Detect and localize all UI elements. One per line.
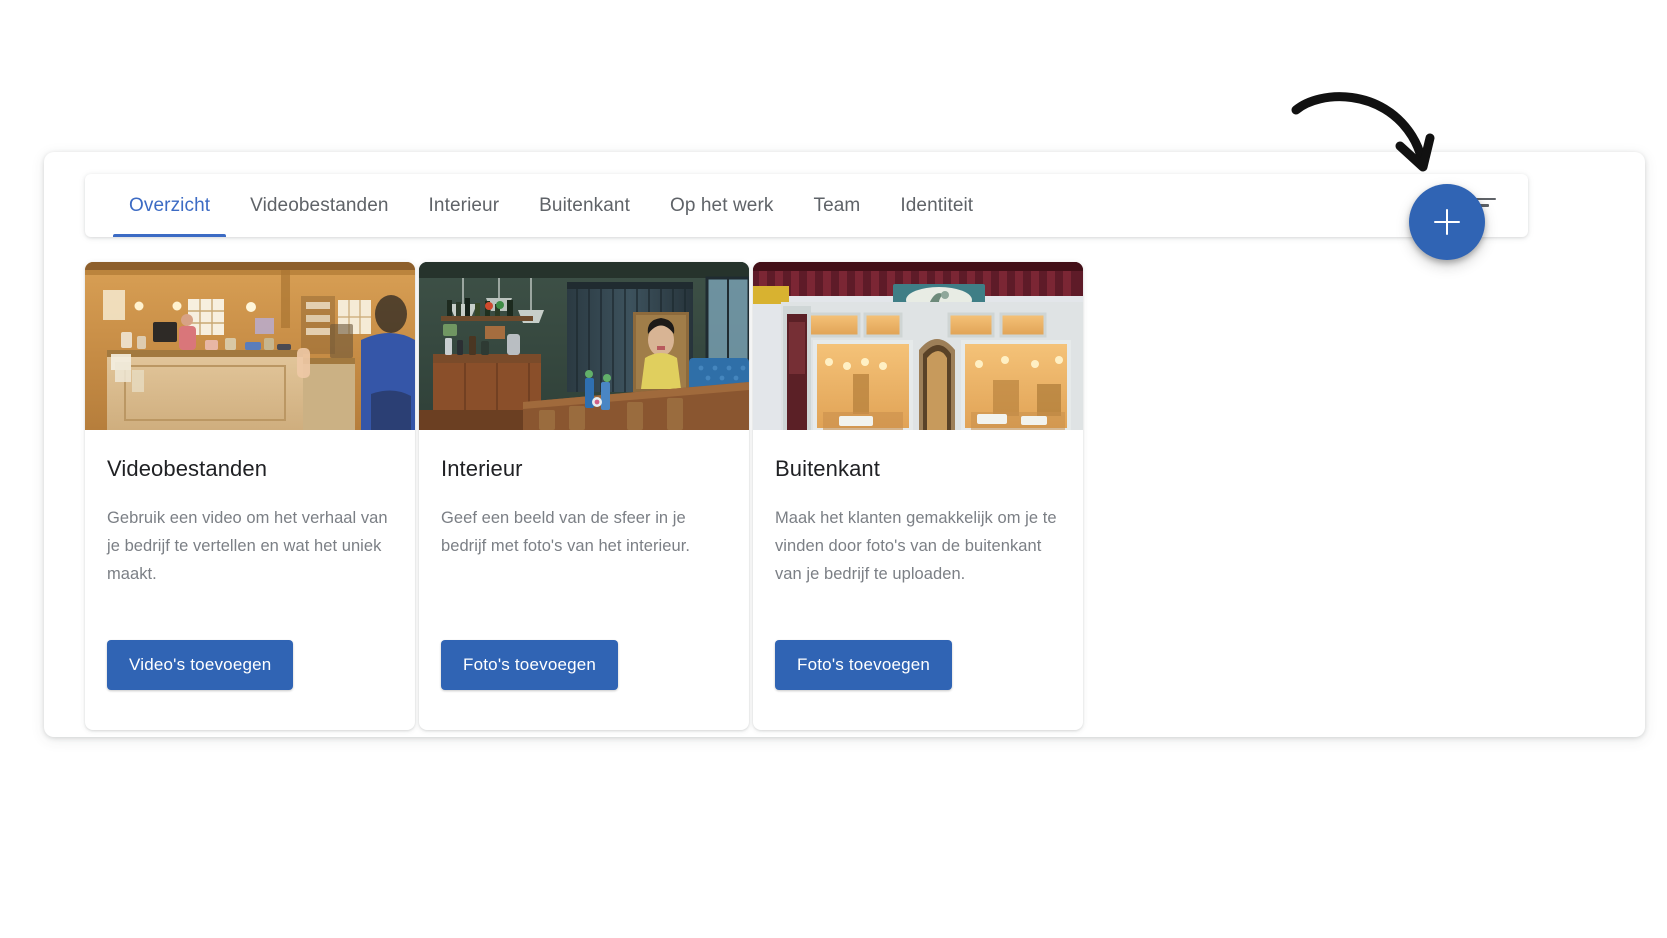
add-videos-button[interactable]: Video's toevoegen <box>107 640 294 690</box>
tab-label: Buitenkant <box>539 194 630 216</box>
card-description: Gebruik een video om het verhaal van je … <box>107 509 388 583</box>
tab-team[interactable]: Team <box>793 174 880 237</box>
tab-identiteit[interactable]: Identiteit <box>880 174 993 237</box>
tab-videobestanden[interactable]: Videobestanden <box>230 174 408 237</box>
card-title: Interieur <box>441 456 523 481</box>
card-description: Geef een beeld van de sfeer in je bedrij… <box>441 509 690 555</box>
card-buitenkant[interactable]: Buitenkant Maak het klanten gemakkelijk … <box>753 262 1083 730</box>
storefront-exterior-photo <box>753 262 1083 430</box>
tab-label: Videobestanden <box>250 194 389 216</box>
card-body: Buitenkant Maak het klanten gemakkelijk … <box>753 430 1083 604</box>
card-action-wrap: Video's toevoegen <box>85 640 415 730</box>
card-interieur[interactable]: Interieur Geef een beeld van de sfeer in… <box>419 262 749 730</box>
card-title: Buitenkant <box>775 456 880 481</box>
tab-overzicht[interactable]: Overzicht <box>109 174 230 237</box>
card-body: Interieur Geef een beeld van de sfeer in… <box>419 430 749 604</box>
shop-counter-interior-photo <box>85 262 415 430</box>
card-body: Videobestanden Gebruik een video om het … <box>85 430 415 604</box>
card-row: Videobestanden Gebruik een video om het … <box>85 262 1083 730</box>
card-action-wrap: Foto's toevoegen <box>419 640 749 730</box>
tab-buitenkant[interactable]: Buitenkant <box>519 174 650 237</box>
add-photos-button-interieur[interactable]: Foto's toevoegen <box>441 640 619 690</box>
plus-icon-vertical <box>1445 209 1449 235</box>
content-panel: Overzicht Videobestanden Interieur Buite… <box>44 152 1645 737</box>
add-photos-button-buitenkant[interactable]: Foto's toevoegen <box>775 640 953 690</box>
restaurant-interior-photo <box>419 262 749 430</box>
tab-interieur[interactable]: Interieur <box>409 174 520 237</box>
tab-bar: Overzicht Videobestanden Interieur Buite… <box>85 174 1528 237</box>
tab-op-het-werk[interactable]: Op het werk <box>650 174 794 237</box>
card-description: Maak het klanten gemakkelijk om je te vi… <box>775 509 1057 583</box>
card-action-wrap: Foto's toevoegen <box>753 640 1083 730</box>
app-root: Overzicht Videobestanden Interieur Buite… <box>0 0 1667 938</box>
tab-label: Op het werk <box>669 194 774 216</box>
tab-label: Overzicht <box>129 194 211 216</box>
tab-label: Team <box>813 194 861 216</box>
tab-label: Identiteit <box>900 194 974 216</box>
tab-label: Interieur <box>428 194 500 216</box>
card-title: Videobestanden <box>107 456 268 481</box>
card-videobestanden[interactable]: Videobestanden Gebruik een video om het … <box>85 262 415 730</box>
add-media-fab-button[interactable] <box>1409 184 1485 260</box>
